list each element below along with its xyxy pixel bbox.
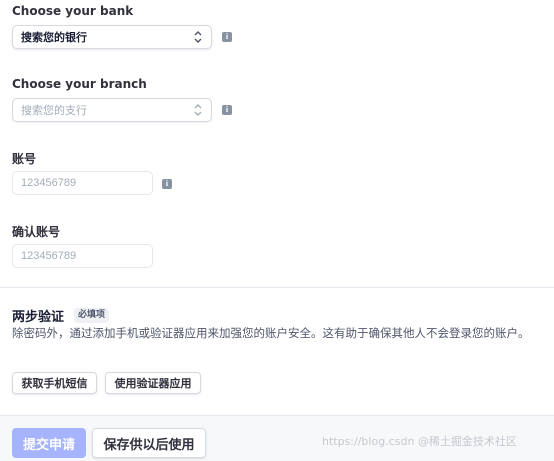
section-divider <box>0 287 554 288</box>
bank-select-value: 搜索您的银行 <box>21 31 87 44</box>
submit-button[interactable]: 提交申请 <box>12 428 86 458</box>
two-step-title: 两步验证 <box>12 310 65 325</box>
sms-button[interactable]: 获取手机短信 <box>12 372 97 394</box>
account-input[interactable]: 123456789 <box>12 171 153 195</box>
authenticator-app-button[interactable]: 使用验证器应用 <box>105 372 201 394</box>
branch-label: Choose your branch <box>12 77 147 91</box>
confirm-account-input[interactable]: 123456789 <box>12 244 153 268</box>
bank-label: Choose your bank <box>12 4 134 18</box>
branch-select[interactable]: 搜索您的支行 <box>12 98 212 122</box>
required-badge: 必填项 <box>74 308 110 323</box>
chevron-up-down-icon <box>194 104 202 116</box>
info-icon[interactable]: i <box>222 32 232 42</box>
two-step-description: 除密码外，通过添加手机或验证器应用来加强您的账户安全。这有助于确保其他人不会登录… <box>12 326 530 340</box>
info-icon[interactable]: i <box>162 179 172 189</box>
branch-select-value: 搜索您的支行 <box>21 104 87 117</box>
account-label: 账号 <box>12 152 37 166</box>
info-icon[interactable]: i <box>222 105 232 115</box>
chevron-up-down-icon <box>194 31 202 43</box>
bank-select[interactable]: 搜索您的银行 <box>12 25 212 49</box>
save-later-button[interactable]: 保存供以后使用 <box>92 428 206 458</box>
confirm-account-label: 确认账号 <box>12 225 61 239</box>
watermark: https://blog.csdn @稀土掘金技术社区 <box>322 435 517 448</box>
